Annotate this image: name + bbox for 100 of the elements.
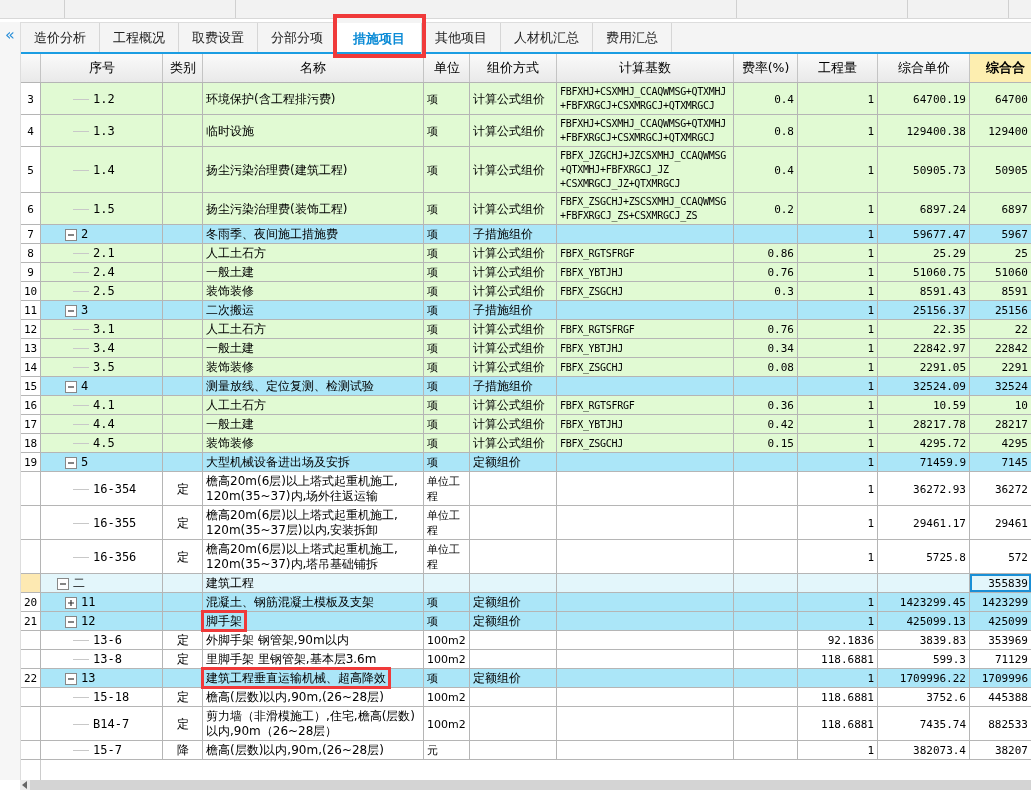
item-name: 装饰装修 [206, 284, 254, 299]
item-name: 檐高(层数)以内,90m,(26~28层) [206, 743, 384, 758]
total-price: 25156 [994, 303, 1028, 318]
pricing-method: 定额组价 [473, 455, 521, 470]
column-header[interactable]: 类别 [163, 54, 203, 82]
row-code: 3.5 [93, 360, 115, 375]
category-text: 定 [176, 515, 189, 531]
quantity-value: 1 [798, 282, 878, 300]
expand-icon[interactable] [65, 596, 77, 609]
pricing-method: 计算公式组价 [473, 436, 545, 451]
item-name: 装饰装修 [206, 436, 254, 451]
item-name: 临时设施 [206, 123, 254, 139]
row-code: 5 [81, 455, 89, 470]
rate-value: 0.36 [734, 396, 798, 414]
row-number: 13 [21, 339, 41, 357]
collapse-icon[interactable] [65, 380, 77, 393]
tab[interactable]: 工程概况 [100, 23, 179, 52]
collapse-icon[interactable] [65, 456, 77, 469]
column-header[interactable]: 计算基数 [557, 54, 734, 82]
item-name: 混凝土、钢筋混凝土模板及支架 [206, 595, 374, 610]
quantity-value: 118.6881 [798, 688, 878, 706]
tab[interactable]: 人材机汇总 [501, 23, 593, 52]
tab[interactable]: 其他项目 [422, 23, 501, 52]
rate-value: 0.3 [734, 282, 798, 300]
unit-price: 8591.43 [878, 282, 970, 300]
unit-text: 项 [427, 379, 438, 394]
item-name: 一般土建 [206, 341, 254, 356]
quantity-value: 1 [798, 225, 878, 243]
unit-text: 项 [427, 417, 438, 432]
pricing-method: 计算公式组价 [473, 246, 545, 261]
category-text: 定 [176, 690, 189, 705]
collapse-icon[interactable] [65, 304, 77, 317]
total-price: 25 [1014, 246, 1028, 261]
unit-text: 项 [427, 91, 438, 107]
collapse-icon[interactable] [57, 577, 69, 590]
tab[interactable]: 造价分析 [21, 23, 100, 52]
item-name: 人工土石方 [206, 246, 266, 261]
total-price: 7145 [1001, 455, 1028, 470]
row-number: 15 [21, 377, 41, 395]
rate-value: 0.76 [734, 263, 798, 281]
row-number: 22 [21, 669, 41, 687]
unit-price: 51060.75 [878, 263, 970, 281]
column-header[interactable]: 费率(%) [734, 54, 798, 82]
pricing-method: 定额组价 [473, 595, 521, 610]
collapse-icon[interactable] [65, 228, 77, 241]
total-price: 50905 [994, 162, 1028, 178]
quantity-value: 1 [798, 244, 878, 262]
item-name: 一般土建 [206, 417, 254, 432]
pricing-method: 定额组价 [473, 671, 521, 686]
row-code: 13-8 [93, 652, 122, 667]
unit-price: 29461.17 [878, 506, 970, 539]
unit-text: 项 [427, 455, 438, 470]
column-header[interactable]: 工程量 [798, 54, 878, 82]
left-arrow-icon[interactable] [22, 781, 28, 789]
row-code: 16-356 [93, 549, 137, 565]
column-header[interactable]: 组价方式 [470, 54, 557, 82]
column-header[interactable]: 综合合 [970, 54, 1031, 82]
tab[interactable]: 费用汇总 [593, 23, 672, 52]
row-code: B14-7 [93, 716, 130, 732]
item-name: 檐高(层数)以内,90m,(26~28层) [206, 690, 384, 705]
unit-price: 28217.78 [878, 415, 970, 433]
calculation-base: FBFX_RGTSFRGF [560, 322, 635, 337]
column-header[interactable]: 单位 [424, 54, 470, 82]
row-code: 4.4 [93, 417, 115, 432]
row-number: 8 [21, 244, 41, 262]
unit-text: 项 [427, 322, 438, 337]
item-name: 扬尘污染治理费(建筑工程) [206, 162, 348, 178]
collapse-icon[interactable] [65, 615, 77, 628]
item-name: 建筑工程垂直运输机械、超高降效 [206, 671, 386, 685]
unit-price: 36272.93 [878, 472, 970, 505]
tab[interactable]: 取费设置 [179, 23, 258, 52]
item-name: 一般土建 [206, 265, 254, 280]
unit-text: 项 [427, 595, 438, 610]
horizontal-scrollbar[interactable] [20, 780, 1031, 790]
collapse-icon[interactable] [65, 672, 77, 685]
unit-text: 项 [427, 341, 438, 356]
pricing-method: 计算公式组价 [473, 265, 545, 280]
row-number: 4 [21, 115, 41, 146]
unit-text: 项 [427, 265, 438, 280]
row-code: 2.4 [93, 265, 115, 280]
row-code: 1.5 [93, 201, 115, 217]
total-price: 51060 [994, 265, 1028, 280]
quantity-value: 1 [798, 301, 878, 319]
row-code: 16-355 [93, 515, 137, 531]
item-name: 建筑工程 [206, 576, 254, 591]
unit-price: 1709996.22 [878, 669, 970, 687]
unit-price: 32524.09 [878, 377, 970, 395]
row-number: 11 [21, 301, 41, 319]
item-name: 测量放线、定位复测、检测试验 [206, 379, 374, 394]
item-name: 扬尘污染治理费(装饰工程) [206, 201, 348, 217]
total-price: 10 [1014, 398, 1028, 413]
column-header[interactable]: 序号 [41, 54, 163, 82]
row-number: 12 [21, 320, 41, 338]
pricing-method: 子措施组价 [473, 303, 533, 318]
tab[interactable]: 措施项目 [337, 23, 422, 54]
total-price: 36272 [994, 481, 1028, 497]
unit-text: 单位工程 [427, 508, 461, 538]
quantity-value: 1 [798, 434, 878, 452]
column-header[interactable]: 名称 [203, 54, 424, 82]
row-number: 14 [21, 358, 41, 376]
